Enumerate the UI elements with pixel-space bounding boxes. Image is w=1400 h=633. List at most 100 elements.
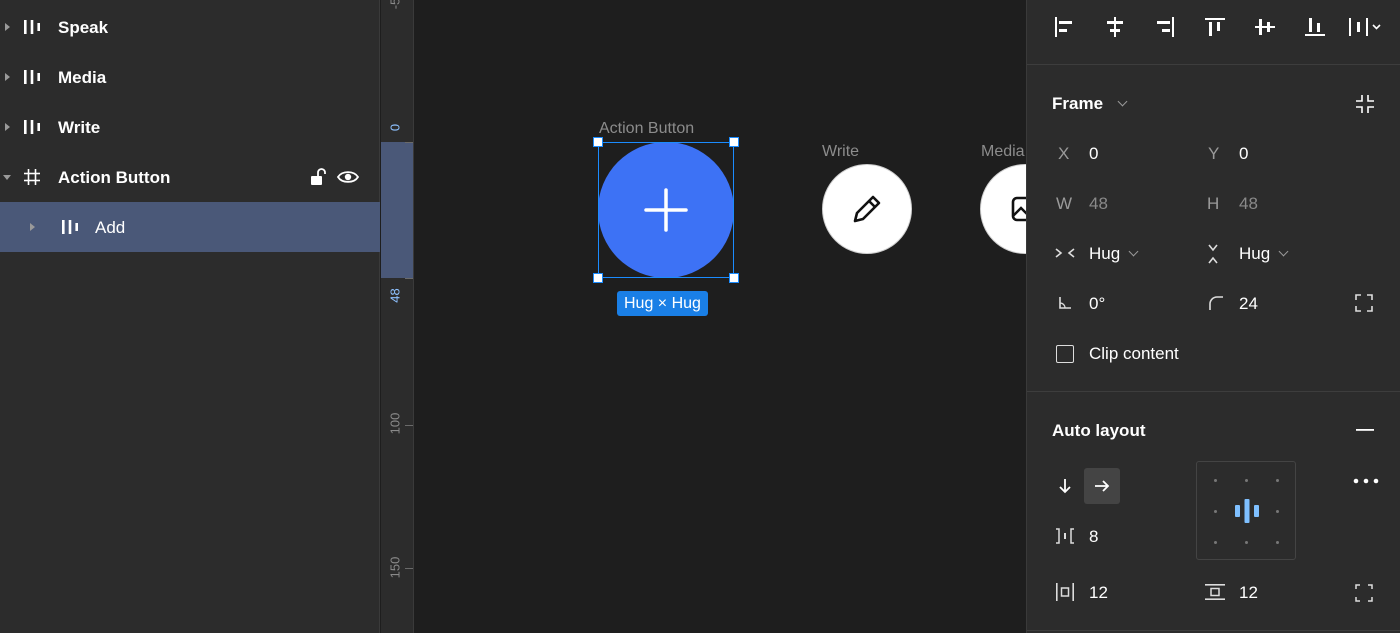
layer-row-add[interactable]: Add bbox=[0, 202, 380, 252]
layer-name: Media bbox=[58, 68, 107, 87]
vertical-padding-icon bbox=[1205, 584, 1225, 600]
size-badge: Hug × Hug bbox=[617, 291, 708, 316]
clip-content-checkbox[interactable] bbox=[1056, 345, 1074, 363]
frame-section-title[interactable]: Frame bbox=[1052, 94, 1103, 114]
ruler-label: 0 bbox=[387, 123, 403, 132]
center-alignment-indicator-icon[interactable] bbox=[1233, 498, 1261, 524]
collapse-caret-icon[interactable] bbox=[3, 175, 11, 180]
y-input[interactable]: 0 bbox=[1239, 144, 1248, 164]
align-bottom-icon bbox=[1305, 18, 1325, 36]
frame-title-action-button[interactable]: Action Button bbox=[599, 120, 694, 138]
layer-name: Write bbox=[58, 118, 101, 137]
horizontal-padding-input[interactable]: 12 bbox=[1089, 583, 1108, 603]
frame-title-write[interactable]: Write bbox=[822, 143, 859, 161]
canvas[interactable]: Action Button Write Media Hug × Hug bbox=[414, 0, 1026, 633]
layer-row-media[interactable]: Media bbox=[0, 52, 380, 102]
individual-padding-icon[interactable] bbox=[1354, 583, 1374, 603]
ruler-label: 100 bbox=[387, 412, 403, 435]
resize-handle-top-left[interactable] bbox=[593, 137, 603, 147]
horizontal-direction-button[interactable] bbox=[1084, 468, 1120, 504]
remove-auto-layout-icon[interactable] bbox=[1355, 428, 1375, 432]
ruler-tick bbox=[405, 142, 413, 143]
design-panel: Frame X 0 Y 0 W 48 H 48 Hug Hug 0° 24 Cl… bbox=[1026, 0, 1400, 633]
h-input[interactable]: 48 bbox=[1239, 194, 1258, 214]
align-horizontal-center-button[interactable] bbox=[1102, 14, 1128, 40]
unlock-icon[interactable] bbox=[309, 167, 327, 187]
expand-caret-icon[interactable] bbox=[5, 23, 10, 31]
ruler-tick bbox=[405, 425, 413, 426]
align-top-icon bbox=[1205, 18, 1225, 36]
grid-dot[interactable] bbox=[1214, 479, 1217, 482]
item-spacing-input[interactable]: 8 bbox=[1089, 527, 1098, 547]
rotation-input[interactable]: 0° bbox=[1089, 294, 1105, 314]
corner-radius-input[interactable]: 24 bbox=[1239, 294, 1258, 314]
x-label: X bbox=[1058, 144, 1070, 163]
ruler-label: 150 bbox=[387, 556, 403, 579]
vertical-padding-input[interactable]: 12 bbox=[1239, 583, 1258, 603]
eye-icon[interactable] bbox=[336, 168, 360, 186]
distribute-menu-button[interactable] bbox=[1345, 14, 1385, 40]
vertical-ruler: -5 0 48 100 150 bbox=[381, 0, 414, 633]
distribute-spacing-icon bbox=[1349, 18, 1381, 36]
expand-caret-icon[interactable] bbox=[30, 223, 35, 231]
align-bottom-button[interactable] bbox=[1302, 14, 1328, 40]
align-vertical-center-icon bbox=[1255, 19, 1275, 35]
grid-dot[interactable] bbox=[1276, 479, 1279, 482]
rotation-icon bbox=[1059, 297, 1071, 309]
grid-dot[interactable] bbox=[1214, 510, 1217, 513]
section-divider bbox=[1027, 391, 1400, 392]
independent-corners-icon[interactable] bbox=[1354, 293, 1374, 313]
layer-name: Add bbox=[95, 218, 126, 237]
layer-name: Speak bbox=[58, 18, 109, 37]
expand-caret-icon[interactable] bbox=[5, 123, 10, 131]
ruler-label: -5 bbox=[387, 0, 403, 10]
align-vertical-center-button[interactable] bbox=[1252, 14, 1278, 40]
arrow-down-icon bbox=[1059, 479, 1071, 494]
grid-dot[interactable] bbox=[1245, 479, 1248, 482]
ruler-tick bbox=[405, 278, 413, 279]
w-label: W bbox=[1056, 194, 1073, 213]
w-input[interactable]: 48 bbox=[1089, 194, 1108, 214]
layer-row-speak[interactable]: Speak bbox=[0, 2, 380, 52]
grid-dot[interactable] bbox=[1276, 510, 1279, 513]
collapse-to-content-icon[interactable] bbox=[1354, 93, 1376, 115]
h-label: H bbox=[1207, 194, 1220, 213]
align-top-button[interactable] bbox=[1202, 14, 1228, 40]
align-horizontal-center-icon bbox=[1107, 17, 1123, 37]
horizontal-resizing-icon bbox=[1055, 248, 1075, 258]
frame-title-media[interactable]: Media bbox=[981, 143, 1025, 161]
layer-row-write[interactable]: Write bbox=[0, 102, 380, 152]
chevron-down-icon[interactable] bbox=[1109, 96, 1128, 114]
frame-hash-icon bbox=[24, 169, 40, 185]
vertical-direction-button[interactable] bbox=[1047, 468, 1083, 504]
width-mode-dropdown[interactable]: Hug bbox=[1089, 244, 1139, 264]
height-mode-dropdown[interactable]: Hug bbox=[1239, 244, 1289, 264]
layers-panel: Speak Media Write Action Button Add bbox=[0, 0, 380, 633]
resize-handle-bottom-left[interactable] bbox=[593, 273, 603, 283]
grid-dot[interactable] bbox=[1276, 541, 1279, 544]
align-right-button[interactable] bbox=[1152, 14, 1178, 40]
align-left-button[interactable] bbox=[1051, 14, 1077, 40]
more-options-icon[interactable] bbox=[1353, 478, 1379, 484]
item-spacing-icon bbox=[1056, 528, 1074, 544]
write-button-frame[interactable] bbox=[822, 164, 912, 254]
figma-editor: Speak Media Write Action Button Add -5 0… bbox=[0, 0, 1400, 633]
align-left-icon bbox=[1055, 17, 1072, 37]
chevron-down-icon bbox=[1128, 246, 1139, 257]
layer-row-action-button[interactable]: Action Button bbox=[0, 152, 380, 202]
component-instance-icon bbox=[24, 70, 40, 84]
ruler-label: 48 bbox=[387, 288, 403, 303]
grid-dot[interactable] bbox=[1245, 541, 1248, 544]
resize-handle-bottom-right[interactable] bbox=[729, 273, 739, 283]
pencil-icon bbox=[853, 195, 881, 223]
alignment-toolbar bbox=[1027, 0, 1400, 65]
chevron-down-icon bbox=[1278, 246, 1289, 257]
media-button-frame[interactable] bbox=[980, 164, 1026, 254]
x-input[interactable]: 0 bbox=[1089, 144, 1098, 164]
grid-dot[interactable] bbox=[1214, 541, 1217, 544]
resize-handle-top-right[interactable] bbox=[729, 137, 739, 147]
arrow-right-icon bbox=[1095, 480, 1110, 492]
expand-caret-icon[interactable] bbox=[5, 73, 10, 81]
section-divider bbox=[1027, 630, 1400, 631]
alignment-grid[interactable] bbox=[1196, 461, 1296, 560]
